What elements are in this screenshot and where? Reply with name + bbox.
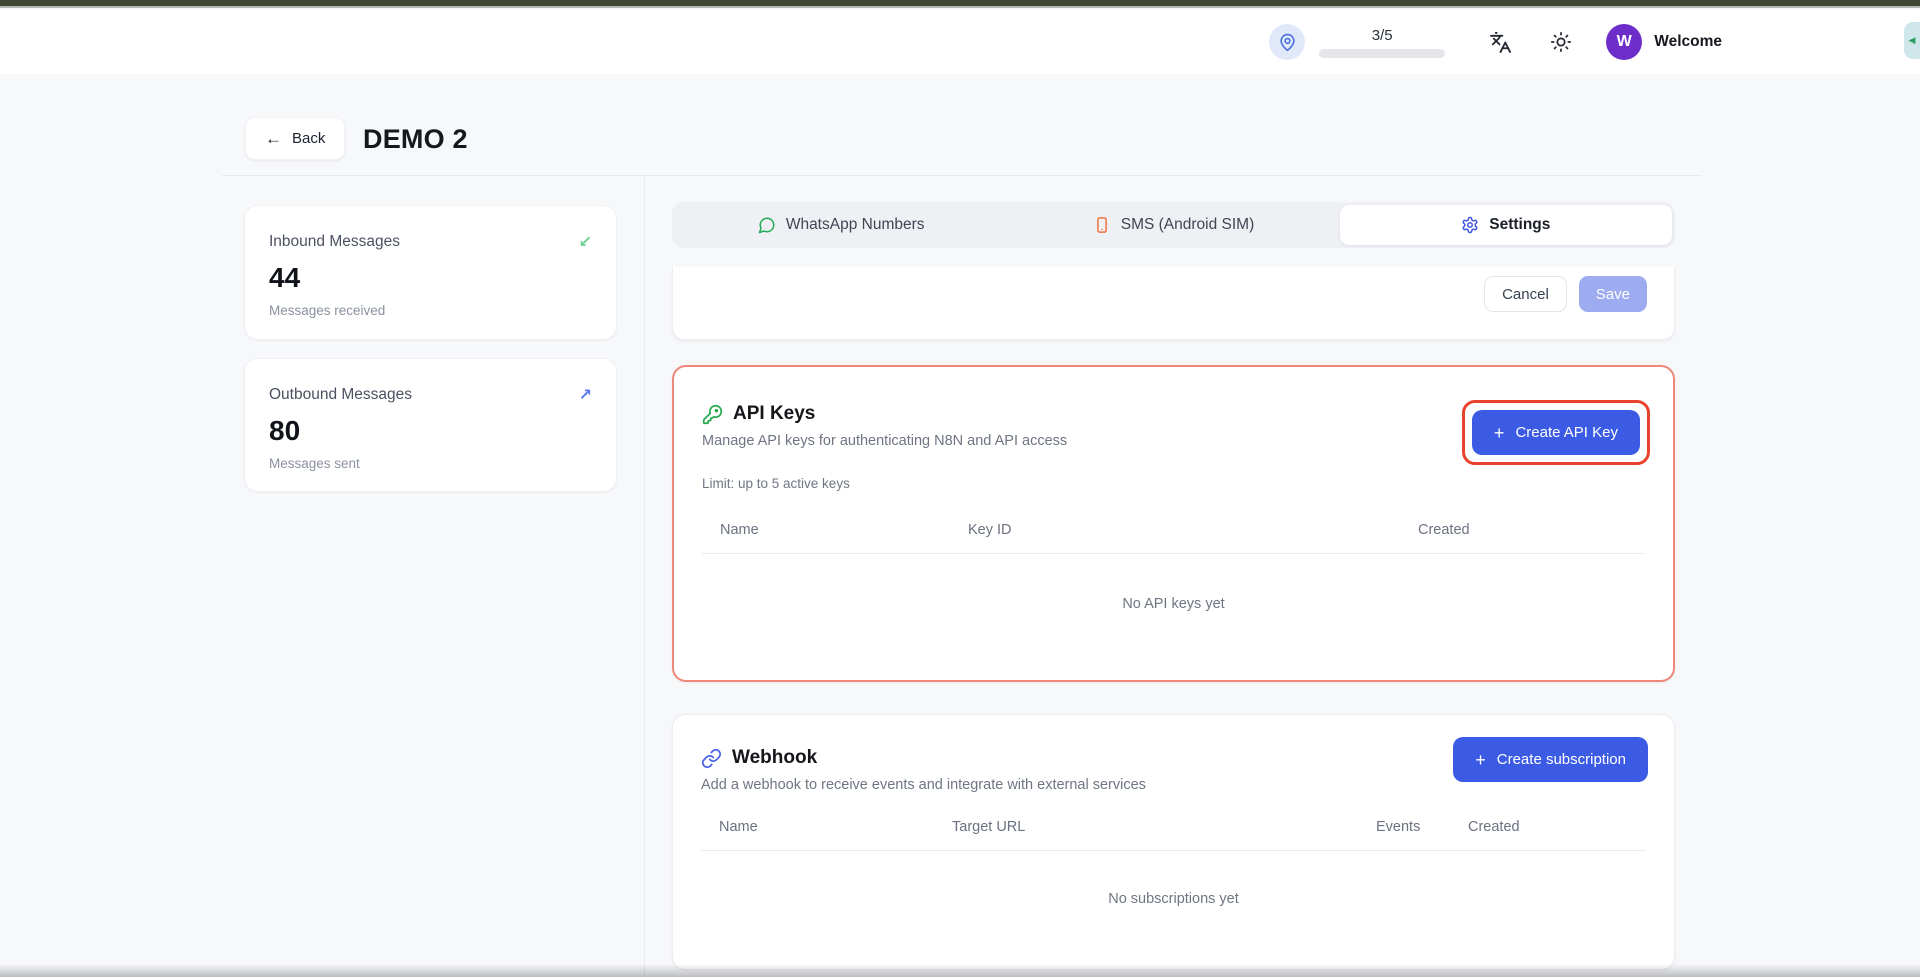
usage-progress-bar [1319, 49, 1445, 58]
column-header-name: Name [719, 819, 952, 835]
webhook-table-header: Name Target URL Events Created [701, 819, 1646, 835]
tab-label: WhatsApp Numbers [786, 216, 925, 234]
gear-icon [1461, 216, 1479, 234]
outbound-messages-card: Outbound Messages ↗ 80 Messages sent [244, 358, 617, 492]
inbound-messages-card: Inbound Messages ↙ 44 Messages received [244, 205, 617, 340]
plus-icon: + [1475, 751, 1486, 769]
column-header-name: Name [720, 522, 968, 538]
save-button[interactable]: Save [1579, 276, 1647, 312]
back-arrow-icon: ← [265, 129, 282, 149]
tab-label: Settings [1489, 216, 1550, 234]
stat-label: Outbound Messages [269, 386, 412, 404]
outbound-arrow-icon: ↗ [579, 385, 592, 405]
side-panel-collapse-toggle[interactable]: ◀ [1904, 22, 1920, 59]
plus-icon: + [1494, 424, 1505, 442]
panel-title: Webhook [732, 747, 817, 769]
column-header-created: Created [1468, 819, 1628, 835]
tab-label: SMS (Android SIM) [1121, 216, 1255, 234]
title-divider [222, 175, 1702, 176]
stat-caption: Messages sent [269, 456, 592, 471]
inbound-arrow-icon: ↙ [579, 232, 592, 252]
tab-whatsapp-numbers[interactable]: WhatsApp Numbers [675, 205, 1007, 245]
create-subscription-label: Create subscription [1497, 751, 1626, 768]
screen: 3/5 W Welcome ◀ [0, 0, 1920, 977]
back-button-label: Back [292, 130, 325, 147]
stat-value: 44 [269, 262, 592, 294]
tab-settings[interactable]: Settings [1340, 205, 1672, 245]
light-mode-sun-icon[interactable] [1550, 31, 1572, 53]
api-keys-panel: API Keys Manage API keys for authenticat… [672, 365, 1675, 682]
location-pin-icon[interactable] [1269, 24, 1305, 60]
key-icon [702, 404, 723, 425]
smartphone-icon [1093, 216, 1111, 234]
link-icon [701, 748, 722, 769]
api-keys-table-header: Name Key ID Created [702, 522, 1645, 538]
column-header-target-url: Target URL [952, 819, 1376, 835]
avatar[interactable]: W [1606, 24, 1642, 60]
collapse-arrow-icon: ◀ [1909, 36, 1916, 45]
translate-icon[interactable] [1489, 31, 1512, 54]
usage-widget: 3/5 [1269, 24, 1445, 60]
column-header-events: Events [1376, 819, 1468, 835]
tabbar: WhatsApp Numbers SMS (Android SIM) Setti… [672, 202, 1675, 248]
api-keys-empty-state: No API keys yet [702, 596, 1645, 612]
webhook-panel: Webhook Add a webhook to receive events … [672, 714, 1675, 970]
create-api-key-button[interactable]: + Create API Key [1472, 410, 1640, 455]
table-header-divider [701, 850, 1646, 851]
api-keys-limit-note: Limit: up to 5 active keys [702, 476, 1645, 491]
greeting-label: Welcome [1654, 33, 1722, 51]
page-title: DEMO 2 [363, 124, 468, 155]
back-button[interactable]: ← Back [245, 117, 345, 160]
panel-title: API Keys [733, 403, 815, 425]
browser-top-accent-bar [0, 0, 1920, 8]
tab-sms-android-sim[interactable]: SMS (Android SIM) [1007, 205, 1339, 245]
usage-count-label: 3/5 [1372, 27, 1393, 44]
cancel-button[interactable]: Cancel [1484, 276, 1567, 312]
app-header: 3/5 W Welcome [0, 10, 1920, 74]
create-api-key-label: Create API Key [1515, 424, 1618, 441]
table-header-divider [702, 553, 1645, 554]
column-header-created: Created [1418, 522, 1627, 538]
column-header-key-id: Key ID [968, 522, 1418, 538]
stat-caption: Messages received [269, 303, 592, 318]
settings-form-actions-card: Cancel Save [672, 267, 1675, 340]
stat-label: Inbound Messages [269, 233, 400, 251]
vertical-divider [644, 176, 645, 977]
create-subscription-button[interactable]: + Create subscription [1453, 737, 1648, 782]
whatsapp-chat-icon [758, 216, 776, 234]
webhook-empty-state: No subscriptions yet [701, 891, 1646, 907]
annotation-highlight-ring: + Create API Key [1462, 400, 1650, 465]
stat-value: 80 [269, 415, 592, 447]
